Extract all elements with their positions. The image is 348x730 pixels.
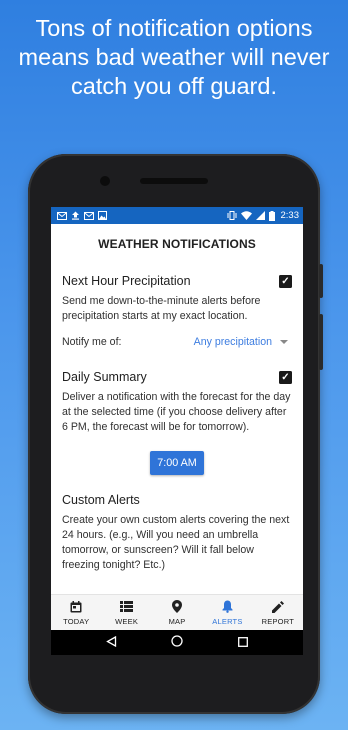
custom-alerts-title: Custom Alerts xyxy=(62,493,140,507)
nav-week-label: WEEK xyxy=(115,616,139,626)
notify-label: Notify me of: xyxy=(62,336,122,348)
nav-report[interactable]: REPORT xyxy=(253,595,303,630)
precipitation-dropdown[interactable]: Any precipitation xyxy=(194,336,288,348)
nav-alerts[interactable]: ALERTS xyxy=(202,595,252,630)
volume-button xyxy=(319,264,323,298)
phone-frame: 2:33 WEATHER NOTIFICATIONS Next Hour Pre… xyxy=(28,154,323,714)
next-hour-checkbox[interactable]: ✓ xyxy=(279,274,292,288)
upload-icon xyxy=(72,211,79,220)
custom-alerts-section: Custom Alerts Create your own custom ale… xyxy=(51,493,303,573)
headline-line-1: Tons of notification options xyxy=(35,15,313,41)
nav-today[interactable]: TODAY xyxy=(51,595,101,630)
daily-summary-checkbox[interactable]: ✓ xyxy=(279,370,292,384)
speaker-grille xyxy=(140,178,208,184)
wifi-icon xyxy=(240,211,252,220)
system-navigation-bar xyxy=(51,630,303,655)
mail-icon xyxy=(57,211,67,220)
vibrate-icon xyxy=(227,211,236,220)
precipitation-dropdown-value: Any precipitation xyxy=(193,336,272,348)
notify-row: Notify me of: Any precipitation xyxy=(62,336,292,348)
back-icon[interactable] xyxy=(106,634,117,652)
nav-week[interactable]: WEEK xyxy=(101,595,151,630)
pencil-icon xyxy=(271,600,284,614)
map-pin-icon xyxy=(172,600,183,614)
notifications-content[interactable]: WEATHER NOTIFICATIONS Next Hour Precipit… xyxy=(51,224,303,594)
nav-alerts-label: ALERTS xyxy=(212,616,243,626)
nav-report-label: REPORT xyxy=(261,616,294,626)
headline-line-3: catch you off guard. xyxy=(71,73,277,99)
recents-icon[interactable] xyxy=(237,634,248,652)
nav-today-label: TODAY xyxy=(63,616,90,626)
chevron-down-icon xyxy=(280,340,288,344)
bottom-navigation: TODAY WEEK MAP ALERTS REPORT xyxy=(51,594,303,630)
summary-time-button[interactable]: 7:00 AM xyxy=(150,451,204,475)
status-time: 2:33 xyxy=(280,210,300,221)
image-icon xyxy=(98,211,107,220)
daily-summary-title: Daily Summary xyxy=(62,370,147,384)
headline: Tons of notification options means bad w… xyxy=(0,14,348,101)
nav-map-label: MAP xyxy=(168,616,186,626)
daily-summary-section: Daily Summary ✓ Deliver a notification w… xyxy=(51,370,303,475)
home-icon[interactable] xyxy=(171,634,184,652)
bell-icon xyxy=(222,600,233,614)
calendar-icon xyxy=(70,600,82,614)
custom-alerts-description: Create your own custom alerts covering t… xyxy=(62,514,290,571)
battery-icon xyxy=(268,210,275,221)
signal-icon xyxy=(255,211,265,220)
power-button xyxy=(319,314,323,370)
next-hour-title: Next Hour Precipitation xyxy=(62,274,191,288)
list-icon xyxy=(120,600,134,614)
mail-icon xyxy=(84,211,94,220)
next-hour-description: Send me down-to-the-minute alerts before… xyxy=(62,295,261,322)
phone-screen: 2:33 WEATHER NOTIFICATIONS Next Hour Pre… xyxy=(51,207,303,655)
daily-summary-description: Deliver a notification with the forecast… xyxy=(62,391,291,433)
next-hour-section: Next Hour Precipitation ✓ Send me down-t… xyxy=(51,274,303,348)
headline-line-2: means bad weather will never xyxy=(18,44,330,70)
camera-icon xyxy=(100,176,110,186)
status-bar: 2:33 xyxy=(51,207,303,224)
nav-map[interactable]: MAP xyxy=(152,595,202,630)
page-title: WEATHER NOTIFICATIONS xyxy=(98,237,256,251)
